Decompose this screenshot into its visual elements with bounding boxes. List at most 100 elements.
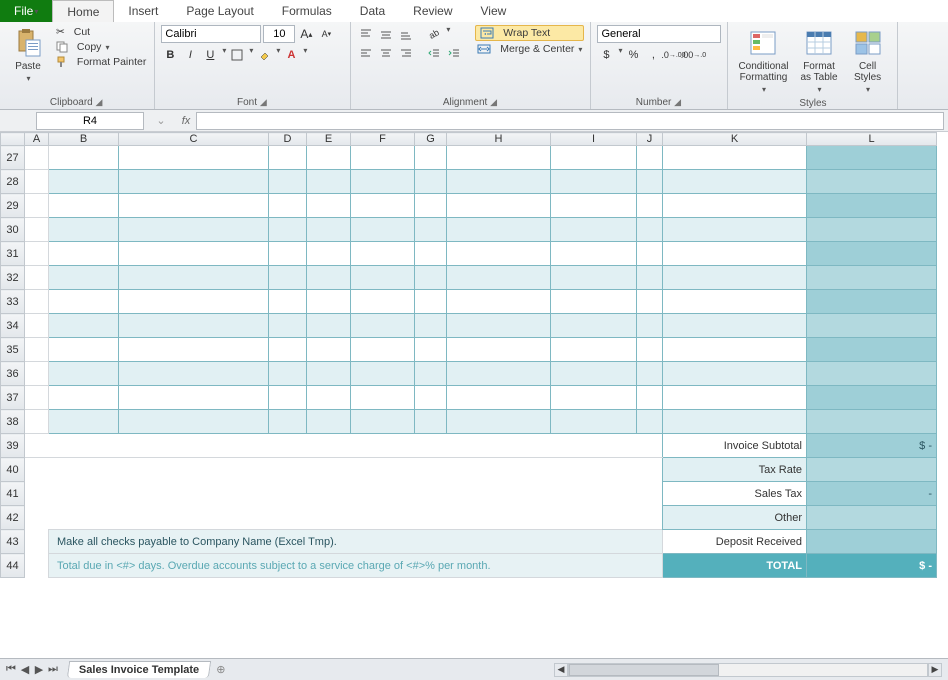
cell[interactable] bbox=[119, 386, 269, 410]
cell[interactable] bbox=[551, 362, 637, 386]
row-header[interactable]: 41 bbox=[1, 482, 25, 506]
format-painter-button[interactable]: Format Painter bbox=[54, 55, 148, 69]
cell[interactable] bbox=[25, 218, 49, 242]
cell[interactable] bbox=[415, 266, 447, 290]
cell[interactable] bbox=[119, 434, 269, 458]
align-bottom-button[interactable] bbox=[397, 25, 415, 43]
cell[interactable] bbox=[807, 266, 937, 290]
cell[interactable] bbox=[307, 362, 351, 386]
cell[interactable] bbox=[307, 266, 351, 290]
fx-icon[interactable]: fx bbox=[176, 115, 196, 127]
cell[interactable] bbox=[49, 458, 119, 482]
cell[interactable] bbox=[551, 266, 637, 290]
row-header[interactable]: 27 bbox=[1, 146, 25, 170]
dialog-launcher-icon[interactable]: ◢ bbox=[490, 97, 499, 107]
column-headers[interactable]: A B C D E F G H I J K L bbox=[1, 133, 937, 146]
cell[interactable] bbox=[49, 410, 119, 434]
cell[interactable] bbox=[663, 290, 807, 314]
cell[interactable] bbox=[415, 410, 447, 434]
tab-review[interactable]: Review bbox=[399, 0, 466, 22]
cell[interactable] bbox=[637, 386, 663, 410]
cell[interactable] bbox=[119, 410, 269, 434]
decrease-decimal-button[interactable]: .00→.0 bbox=[684, 46, 702, 64]
row-header[interactable]: 30 bbox=[1, 218, 25, 242]
col-E[interactable]: E bbox=[307, 133, 351, 146]
cell[interactable] bbox=[663, 266, 807, 290]
increase-decimal-button[interactable]: .0→.00 bbox=[664, 46, 682, 64]
cell[interactable] bbox=[351, 506, 415, 530]
cell[interactable] bbox=[269, 410, 307, 434]
cell[interactable] bbox=[25, 266, 49, 290]
cell[interactable] bbox=[447, 218, 551, 242]
cell[interactable] bbox=[351, 146, 415, 170]
cell[interactable] bbox=[269, 434, 307, 458]
cell[interactable] bbox=[119, 266, 269, 290]
cell[interactable] bbox=[807, 170, 937, 194]
cell[interactable]: $ - bbox=[807, 554, 937, 578]
cell[interactable] bbox=[447, 434, 551, 458]
cell[interactable] bbox=[269, 386, 307, 410]
merge-center-button[interactable]: Merge & Center▾ bbox=[475, 42, 584, 56]
cell[interactable] bbox=[351, 458, 415, 482]
cell[interactable] bbox=[447, 170, 551, 194]
fill-color-button[interactable] bbox=[255, 46, 273, 64]
cell[interactable] bbox=[637, 362, 663, 386]
cell[interactable] bbox=[119, 194, 269, 218]
orientation-button[interactable]: ab bbox=[425, 25, 443, 43]
cell[interactable]: Tax Rate bbox=[663, 458, 807, 482]
row-header[interactable]: 31 bbox=[1, 242, 25, 266]
cell[interactable] bbox=[119, 170, 269, 194]
col-A[interactable]: A bbox=[25, 133, 49, 146]
cell[interactable] bbox=[663, 170, 807, 194]
cell[interactable] bbox=[307, 386, 351, 410]
cell[interactable]: - bbox=[807, 482, 937, 506]
cell[interactable] bbox=[637, 290, 663, 314]
cell[interactable] bbox=[807, 146, 937, 170]
cell[interactable] bbox=[119, 362, 269, 386]
cell[interactable] bbox=[637, 434, 663, 458]
cell[interactable] bbox=[637, 218, 663, 242]
cell[interactable] bbox=[663, 146, 807, 170]
cell[interactable] bbox=[447, 146, 551, 170]
cell[interactable] bbox=[119, 218, 269, 242]
cell[interactable] bbox=[415, 506, 447, 530]
cell[interactable] bbox=[415, 458, 447, 482]
cell[interactable] bbox=[351, 362, 415, 386]
cell[interactable] bbox=[307, 338, 351, 362]
number-format-select[interactable] bbox=[597, 25, 721, 43]
cell[interactable] bbox=[49, 482, 119, 506]
cell[interactable] bbox=[663, 386, 807, 410]
tab-data[interactable]: Data bbox=[346, 0, 399, 22]
cell[interactable] bbox=[307, 482, 351, 506]
col-J[interactable]: J bbox=[637, 133, 663, 146]
cell[interactable] bbox=[25, 146, 49, 170]
cell[interactable] bbox=[25, 314, 49, 338]
cell[interactable] bbox=[807, 194, 937, 218]
cell[interactable] bbox=[807, 410, 937, 434]
cell[interactable] bbox=[415, 314, 447, 338]
cut-button[interactable]: ✂ Cut bbox=[54, 25, 148, 39]
cell[interactable] bbox=[25, 386, 49, 410]
cell[interactable] bbox=[415, 242, 447, 266]
cell[interactable] bbox=[351, 266, 415, 290]
tab-home[interactable]: Home bbox=[52, 0, 114, 22]
cell[interactable] bbox=[551, 506, 637, 530]
cell[interactable] bbox=[119, 458, 269, 482]
increase-font-button[interactable]: A▴ bbox=[297, 25, 315, 43]
cell[interactable] bbox=[551, 290, 637, 314]
cell[interactable] bbox=[25, 410, 49, 434]
border-button[interactable] bbox=[228, 46, 246, 64]
cell[interactable] bbox=[447, 386, 551, 410]
cell[interactable] bbox=[415, 362, 447, 386]
tab-formulas[interactable]: Formulas bbox=[268, 0, 346, 22]
cell[interactable] bbox=[351, 242, 415, 266]
cell[interactable] bbox=[269, 218, 307, 242]
file-tab[interactable]: File▾ bbox=[0, 0, 52, 22]
cell[interactable] bbox=[447, 506, 551, 530]
cell[interactable] bbox=[663, 314, 807, 338]
cell[interactable] bbox=[447, 458, 551, 482]
first-sheet-button[interactable]: ⏮ bbox=[4, 663, 18, 676]
next-sheet-button[interactable]: ▶ bbox=[32, 663, 46, 676]
cell[interactable] bbox=[807, 290, 937, 314]
cell[interactable] bbox=[551, 242, 637, 266]
